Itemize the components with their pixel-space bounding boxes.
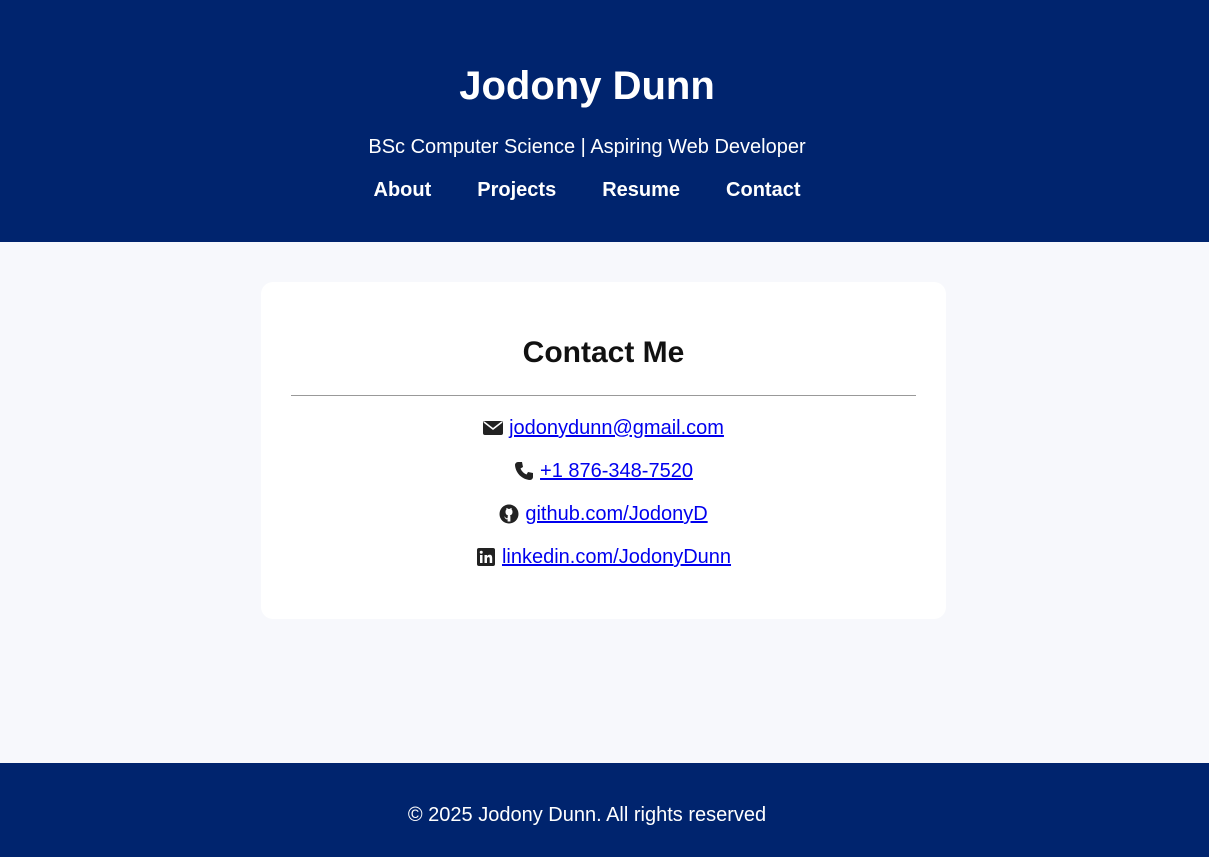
contact-linkedin-row: linkedin.com/JodonyDunn [261,544,946,570]
contact-title: Contact Me [522,336,685,369]
contact-card: Contact Me jodonydunn@gmail.com +1 876-3… [261,282,946,619]
linkedin-icon [476,547,496,567]
nav-projects[interactable]: Projects [477,178,556,202]
phone-icon [514,461,534,481]
email-link[interactable]: jodonydunn@gmail.com [509,416,724,440]
divider [291,395,916,396]
nav-contact[interactable]: Contact [726,178,800,202]
site-subtitle: BSc Computer Science | Aspiring Web Deve… [368,136,806,158]
nav-resume[interactable]: Resume [602,178,680,202]
contact-email-row: jodonydunn@gmail.com [261,415,946,441]
footer-copyright: © 2025 Jodony Dunn. All rights reserved [407,804,767,826]
site-title: Jodony Dunn [459,64,715,108]
nav-about[interactable]: About [374,178,432,202]
main-nav: About Projects Resume Contact [0,178,1174,202]
github-link[interactable]: github.com/JodonyD [525,502,707,526]
site-footer: © 2025 Jodony Dunn. All rights reserved [0,763,1209,857]
envelope-icon [483,418,504,438]
linkedin-link[interactable]: linkedin.com/JodonyDunn [502,545,731,569]
phone-link[interactable]: +1 876-348-7520 [540,459,693,483]
site-header: Jodony Dunn BSc Computer Science | Aspir… [0,0,1209,242]
contact-phone-row: +1 876-348-7520 [261,458,946,484]
contact-github-row: github.com/JodonyD [261,501,946,527]
github-icon [499,504,519,524]
